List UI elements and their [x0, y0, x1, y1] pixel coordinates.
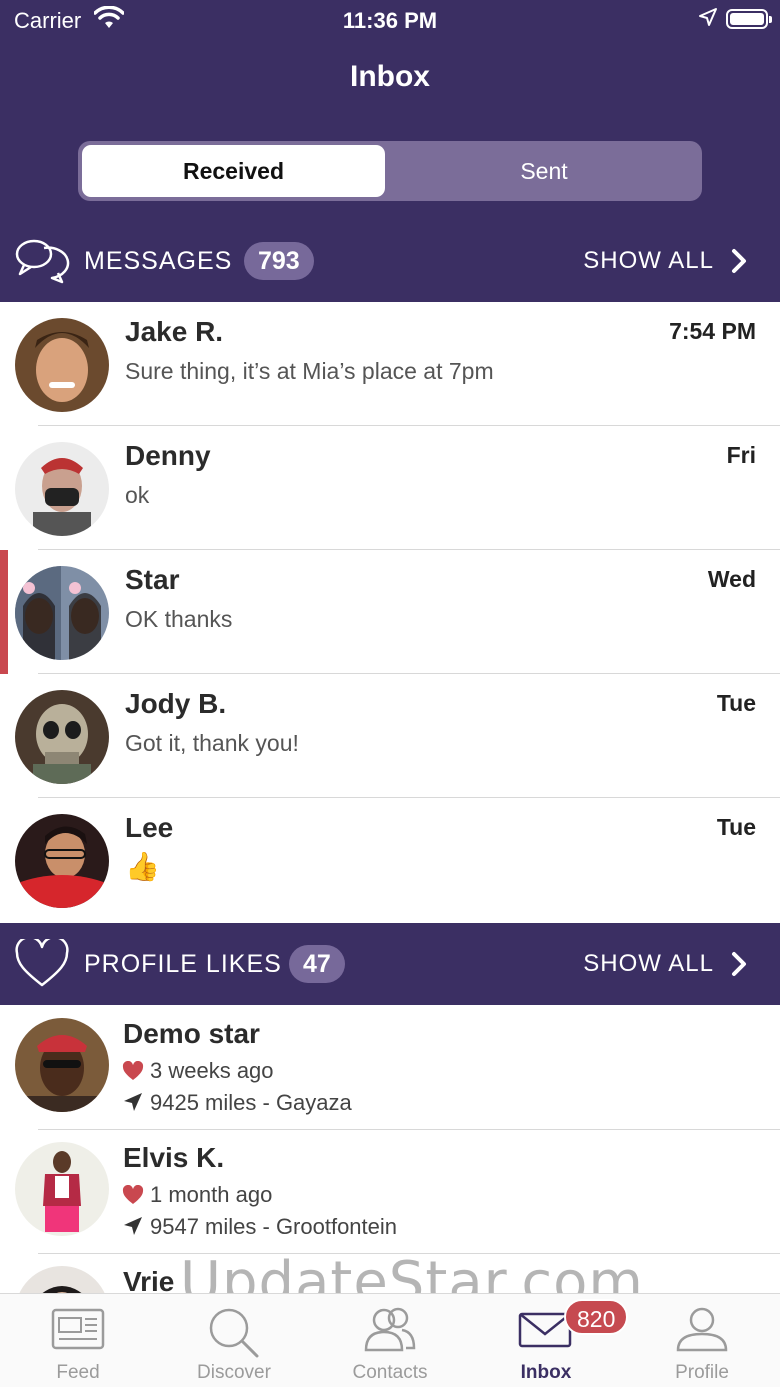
- avatar: [15, 442, 109, 536]
- profile-likes-section-header: PROFILE LIKES 47 SHOW ALL: [0, 923, 780, 1005]
- search-icon: [207, 1306, 261, 1363]
- message-preview: ok: [125, 482, 150, 508]
- liked-time: 1 month ago: [122, 1182, 272, 1208]
- profile-like-row[interactable]: Elvis K. 1 month ago 9547 miles - Grootf…: [0, 1130, 780, 1254]
- tab-discover[interactable]: Discover: [156, 1294, 312, 1387]
- tab-received[interactable]: Received: [82, 145, 385, 197]
- received-sent-toggle: Received Sent: [78, 141, 702, 201]
- liker-name: Elvis K.: [123, 1142, 225, 1173]
- location-arrow-icon: [124, 1217, 142, 1235]
- contact-name: Lee: [125, 812, 174, 843]
- message-time: 7:54 PM: [669, 318, 756, 344]
- messages-section-header: MESSAGES 793 SHOW ALL: [0, 220, 780, 302]
- heart-icon: [122, 1060, 144, 1080]
- chevron-right-icon[interactable]: [730, 951, 748, 982]
- messages-label: MESSAGES: [84, 247, 233, 275]
- chat-bubbles-icon: [14, 236, 70, 289]
- liked-time-text: 3 weeks ago: [150, 1058, 274, 1083]
- distance-text: 9425 miles - Gayaza: [150, 1090, 352, 1115]
- chevron-right-icon[interactable]: [730, 248, 748, 279]
- conversation-row[interactable]: Jody B. Got it, thank you! Tue: [0, 674, 780, 798]
- message-time: Tue: [716, 690, 756, 716]
- messages-show-all-link[interactable]: SHOW ALL: [583, 247, 714, 275]
- likes-show-all-link[interactable]: SHOW ALL: [583, 950, 714, 978]
- heart-outline-icon: [14, 935, 70, 994]
- avatar: [15, 566, 109, 660]
- tab-feed[interactable]: Feed: [0, 1294, 156, 1387]
- avatar: [15, 318, 109, 412]
- heart-icon: [122, 1184, 144, 1204]
- liked-time: 3 weeks ago: [122, 1058, 274, 1084]
- contact-name: Jake R.: [125, 316, 224, 347]
- battery-icon: [726, 9, 772, 29]
- contacts-icon: [362, 1306, 418, 1359]
- distance-info: 9425 miles - Gayaza: [122, 1090, 352, 1116]
- tab-bar: Feed Discover Contacts Inbox Profile: [0, 1293, 780, 1387]
- likes-count-badge: 47: [289, 945, 345, 983]
- tab-profile[interactable]: Profile: [624, 1294, 780, 1387]
- message-time: Wed: [707, 566, 756, 592]
- contact-name: Denny: [125, 440, 211, 471]
- contact-name: Jody B.: [125, 688, 227, 719]
- page-title: Inbox: [350, 60, 430, 93]
- liker-name: Demo star: [123, 1018, 260, 1049]
- tab-sent[interactable]: Sent: [390, 145, 698, 197]
- profile-likes-label: PROFILE LIKES: [84, 950, 282, 978]
- conversation-row[interactable]: Denny ok Fri: [0, 426, 780, 550]
- conversation-row[interactable]: Lee 👍 Tue: [0, 798, 780, 922]
- tab-discover-label: Discover: [197, 1362, 271, 1383]
- tab-contacts-label: Contacts: [352, 1362, 428, 1383]
- message-preview: Sure thing, it’s at Mia’s place at 7pm: [125, 358, 494, 384]
- contact-name: Star: [125, 564, 180, 595]
- avatar: [15, 1018, 109, 1112]
- liked-time-text: 1 month ago: [150, 1182, 273, 1207]
- clock: 11:36 PM: [342, 8, 438, 33]
- message-preview: Got it, thank you!: [125, 730, 299, 756]
- distance-info: 9547 miles - Grootfontein: [122, 1214, 397, 1240]
- tab-profile-label: Profile: [675, 1362, 729, 1383]
- messages-count-badge: 793: [244, 242, 314, 280]
- person-icon: [674, 1306, 730, 1359]
- conversation-row[interactable]: Jake R. Sure thing, it’s at Mia’s place …: [0, 302, 780, 426]
- newspaper-icon: [51, 1306, 105, 1357]
- location-arrow-icon: [124, 1093, 142, 1111]
- message-preview: 👍: [125, 851, 160, 882]
- message-time: Fri: [726, 442, 756, 468]
- conversation-row[interactable]: Star OK thanks Wed: [0, 550, 780, 674]
- distance-text: 9547 miles - Grootfontein: [150, 1214, 398, 1239]
- location-arrow-icon: [698, 7, 718, 33]
- message-time: Tue: [716, 814, 756, 840]
- inbox-unread-badge: 820: [564, 1299, 629, 1335]
- status-bar: Carrier 11:36 PM: [0, 0, 780, 42]
- avatar: [15, 814, 109, 908]
- message-preview: OK thanks: [125, 606, 233, 632]
- tab-inbox-label: Inbox: [520, 1362, 572, 1383]
- tab-feed-label: Feed: [56, 1362, 100, 1383]
- avatar: [15, 1142, 109, 1236]
- unread-indicator: [0, 550, 8, 674]
- profile-like-row[interactable]: Demo star 3 weeks ago 9425 miles - Gayaz…: [0, 1006, 780, 1130]
- tab-contacts[interactable]: Contacts: [312, 1294, 468, 1387]
- avatar: [15, 690, 109, 784]
